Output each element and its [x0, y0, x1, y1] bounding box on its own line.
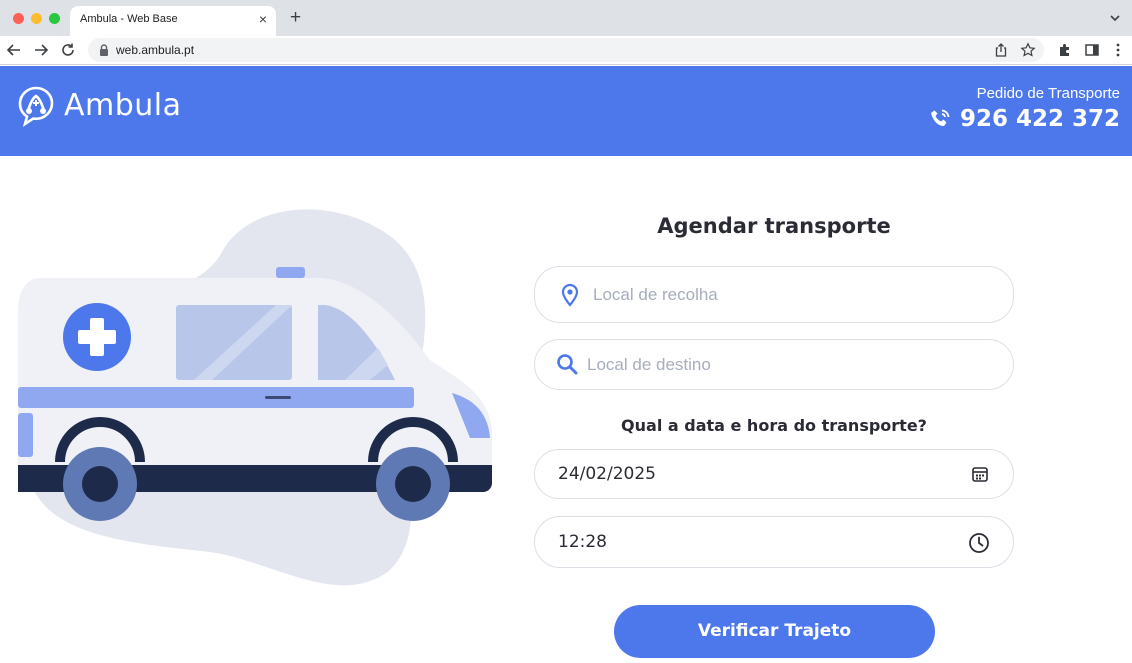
- reload-icon[interactable]: [59, 41, 77, 59]
- ambulance-illustration: [18, 209, 492, 586]
- extensions-icon[interactable]: [1057, 42, 1073, 58]
- datetime-question: Qual a data e hora do transporte?: [621, 416, 927, 435]
- window-maximize-button[interactable]: [49, 13, 60, 24]
- browser-tab-bar: Ambula - Web Base × +: [0, 0, 1132, 36]
- phone-icon: [930, 109, 950, 126]
- time-value: 12:28: [558, 532, 607, 552]
- phone-number[interactable]: 926 422 372: [928, 106, 1120, 132]
- url-text: web.ambula.pt: [116, 43, 195, 57]
- side-panel-icon[interactable]: [1084, 42, 1100, 58]
- logo-text[interactable]: Ambula: [64, 88, 182, 123]
- window-minimize-button[interactable]: [31, 13, 42, 24]
- pickup-location-field[interactable]: [534, 266, 1014, 323]
- clock-icon[interactable]: [968, 532, 990, 554]
- site-header: Ambula Pedido de Transporte 926 422 372: [0, 66, 1132, 156]
- ambula-logo-icon[interactable]: [14, 85, 58, 129]
- bookmark-star-icon[interactable]: [1020, 42, 1036, 58]
- destination-input[interactable]: [587, 354, 987, 376]
- calendar-icon[interactable]: [971, 465, 989, 483]
- new-tab-button[interactable]: +: [290, 8, 301, 28]
- browser-toolbar: web.ambula.pt: [0, 36, 1132, 65]
- search-icon: [557, 354, 578, 375]
- lock-icon: [100, 44, 108, 56]
- form-title: Agendar transporte: [657, 214, 891, 238]
- date-field[interactable]: 24/02/2025: [534, 449, 1014, 499]
- verify-route-button[interactable]: Verificar Trajeto: [614, 605, 935, 658]
- window-close-button[interactable]: [13, 13, 24, 24]
- back-arrow-icon[interactable]: [5, 41, 23, 59]
- browser-tab[interactable]: Ambula - Web Base ×: [70, 6, 276, 36]
- tab-title: Ambula - Web Base: [80, 13, 178, 25]
- address-bar[interactable]: web.ambula.pt: [88, 38, 1044, 62]
- destination-field[interactable]: [534, 339, 1014, 390]
- phone-number-text: 926 422 372: [959, 106, 1120, 132]
- date-value: 24/02/2025: [558, 464, 656, 484]
- time-field[interactable]: 12:28: [534, 516, 1014, 568]
- pickup-location-input[interactable]: [593, 284, 993, 306]
- share-icon[interactable]: [993, 42, 1009, 58]
- location-pin-icon: [561, 283, 579, 307]
- tab-close-icon[interactable]: ×: [259, 11, 267, 27]
- chevron-down-icon[interactable]: [1108, 11, 1122, 25]
- forward-arrow-icon[interactable]: [32, 41, 50, 59]
- transport-request-label: Pedido de Transporte: [976, 85, 1120, 102]
- browser-menu-icon[interactable]: [1110, 42, 1126, 58]
